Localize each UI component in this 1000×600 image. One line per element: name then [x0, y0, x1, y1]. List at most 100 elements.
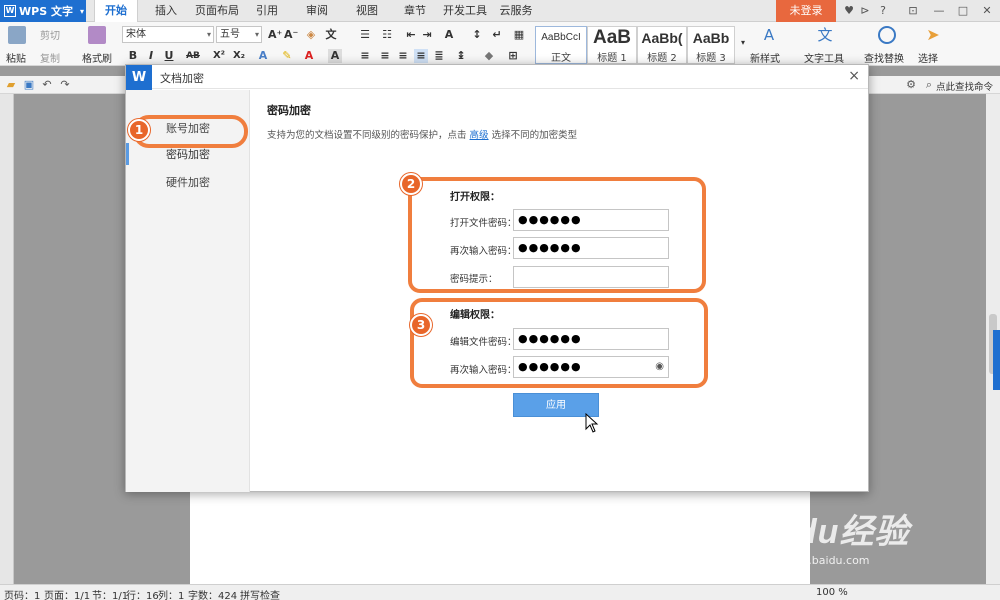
- style-preview: AaBbCcI: [541, 32, 581, 43]
- indent-icon[interactable]: ⇥: [420, 28, 434, 42]
- align-right-icon[interactable]: ≡: [396, 49, 410, 63]
- bullet-list-icon[interactable]: ☰: [358, 28, 372, 42]
- dialog-title-bar: W 文档加密 ×: [126, 65, 868, 91]
- border-icon[interactable]: ⊞: [506, 49, 520, 63]
- bold-icon[interactable]: B: [126, 49, 140, 63]
- tab-page-layout[interactable]: 页面布局: [190, 0, 244, 22]
- find-command-input[interactable]: 点此查找命令: [936, 79, 993, 93]
- text-tools-button[interactable]: 文字工具: [804, 50, 844, 65]
- wps-logo-icon: W: [4, 5, 16, 17]
- tab-cloud[interactable]: 云服务: [496, 0, 536, 22]
- styles-more-icon[interactable]: ▾: [736, 36, 750, 50]
- superscript-icon[interactable]: X²: [212, 49, 226, 63]
- advanced-link[interactable]: 高级: [470, 130, 489, 141]
- distribute-icon[interactable]: ≣: [432, 49, 446, 63]
- maximize-icon[interactable]: □: [956, 4, 970, 18]
- chevron-down-icon: ▾: [206, 30, 211, 39]
- redo-icon[interactable]: ↷: [58, 78, 72, 92]
- style-heading-2[interactable]: AaBb( 标题 2: [637, 26, 687, 64]
- desc-text-before: 支持为您的文档设置不同级别的密码保护，点击: [267, 130, 467, 141]
- strikethrough-icon[interactable]: AB: [186, 49, 200, 63]
- line-spacing-icon[interactable]: ↨: [454, 49, 468, 63]
- style-caption: 标题 1: [597, 53, 627, 64]
- outdent-icon[interactable]: ⇤: [404, 28, 418, 42]
- subscript-icon[interactable]: X₂: [232, 49, 246, 63]
- tab-insert[interactable]: 插入: [146, 0, 186, 22]
- select-cursor-icon[interactable]: ➤: [924, 26, 942, 44]
- close-icon[interactable]: ✕: [980, 4, 994, 18]
- number-list-icon[interactable]: ☷: [380, 28, 394, 42]
- highlight-icon[interactable]: ✎: [280, 49, 294, 63]
- open-icon[interactable]: ▰: [4, 78, 18, 92]
- font-color-icon[interactable]: A: [302, 49, 316, 63]
- shrink-font-icon[interactable]: A⁻: [284, 28, 298, 42]
- save-icon[interactable]: ▣: [22, 78, 36, 92]
- font-name-select[interactable]: 宋体 ▾: [122, 26, 214, 43]
- dialog-title: 文档加密: [160, 72, 204, 85]
- copy-button[interactable]: 复制: [40, 50, 60, 65]
- tab-review[interactable]: 审阅: [298, 0, 336, 22]
- side-panel-toggle[interactable]: [993, 330, 1000, 390]
- tab-view[interactable]: 视图: [348, 0, 386, 22]
- status-page-code: 页码：1: [4, 591, 41, 600]
- char-shading-icon[interactable]: A: [328, 49, 342, 63]
- status-bar: 页码：1 页面：1/1 节：1/1 行：16 列：1 字数：424 拼写检查 1…: [0, 584, 1000, 600]
- style-heading-3[interactable]: AaBb 标题 3: [687, 26, 735, 64]
- dialog-close-button[interactable]: ×: [848, 68, 860, 84]
- underline-icon[interactable]: U: [162, 49, 176, 63]
- show-marks-icon[interactable]: ↵: [490, 28, 504, 42]
- select-button[interactable]: 选择: [918, 50, 938, 65]
- align-justify-icon[interactable]: ≡: [414, 49, 428, 63]
- tab-developer[interactable]: 开发工具: [440, 0, 490, 22]
- style-normal[interactable]: AaBbCcI 正文: [535, 26, 587, 64]
- status-zoom[interactable]: 100 %: [816, 587, 848, 598]
- text-effect-icon[interactable]: A: [256, 49, 270, 63]
- new-style-button[interactable]: 新样式: [750, 50, 780, 65]
- minimize-icon[interactable]: —: [932, 4, 946, 18]
- format-painter-button[interactable]: 格式刷: [82, 50, 112, 65]
- app-menu-button[interactable]: W WPS 文字 ▾: [0, 0, 86, 22]
- sort-icon[interactable]: ↕: [470, 28, 484, 42]
- login-button[interactable]: 未登录: [776, 0, 836, 22]
- restore-icon[interactable]: ⊡: [906, 4, 920, 18]
- align-left-icon[interactable]: ≡: [358, 49, 372, 63]
- chinese-layout-icon[interactable]: A: [442, 28, 456, 42]
- skin-icon[interactable]: ♥: [842, 4, 856, 18]
- help-icon[interactable]: ?: [876, 4, 890, 18]
- status-col: 列：1: [158, 591, 185, 600]
- settings-icon[interactable]: ⚙: [904, 78, 918, 92]
- nav-hardware-encrypt[interactable]: 硬件加密: [126, 171, 250, 195]
- find-replace-button[interactable]: 查找替换: [864, 50, 904, 65]
- phonetic-icon[interactable]: 文: [324, 28, 338, 42]
- find-replace-icon[interactable]: [878, 26, 896, 44]
- tab-section[interactable]: 章节: [396, 0, 434, 22]
- chevron-down-icon: ▾: [79, 6, 84, 16]
- document-page[interactable]: [190, 490, 810, 585]
- undo-icon[interactable]: ↶: [40, 78, 54, 92]
- paste-button[interactable]: 粘贴: [6, 50, 26, 65]
- new-style-icon[interactable]: A: [760, 26, 778, 44]
- font-size-select[interactable]: 五号 ▾: [216, 26, 262, 43]
- section-heading: 密码加密: [267, 104, 311, 117]
- format-painter-icon[interactable]: [88, 26, 106, 44]
- text-tools-icon[interactable]: 文: [816, 26, 834, 44]
- shading-icon[interactable]: ◆: [482, 49, 496, 63]
- table-icon[interactable]: ▦: [512, 28, 526, 42]
- tab-home[interactable]: 开始: [94, 0, 138, 23]
- style-heading-1[interactable]: AaB 标题 1: [587, 26, 637, 64]
- status-pages: 页面：1/1: [44, 591, 91, 600]
- annotation-number-2: 2: [400, 173, 422, 195]
- italic-icon[interactable]: I: [144, 49, 158, 63]
- tab-reference[interactable]: 引用: [248, 0, 286, 22]
- share-icon[interactable]: ⊳: [858, 4, 872, 18]
- grow-font-icon[interactable]: A⁺: [268, 28, 282, 42]
- style-preview: AaBb(: [641, 30, 683, 46]
- search-icon[interactable]: ⌕: [922, 78, 936, 92]
- status-word-count[interactable]: 字数：424: [188, 587, 237, 600]
- status-spell-check[interactable]: 拼写检查: [240, 587, 280, 600]
- paste-icon[interactable]: [8, 26, 26, 44]
- clear-format-icon[interactable]: ◈: [304, 28, 318, 42]
- cut-button[interactable]: 剪切: [40, 27, 60, 42]
- align-center-icon[interactable]: ≡: [378, 49, 392, 63]
- baidu-watermark: Baidu经验 jingyan.baidu.com: [740, 490, 990, 580]
